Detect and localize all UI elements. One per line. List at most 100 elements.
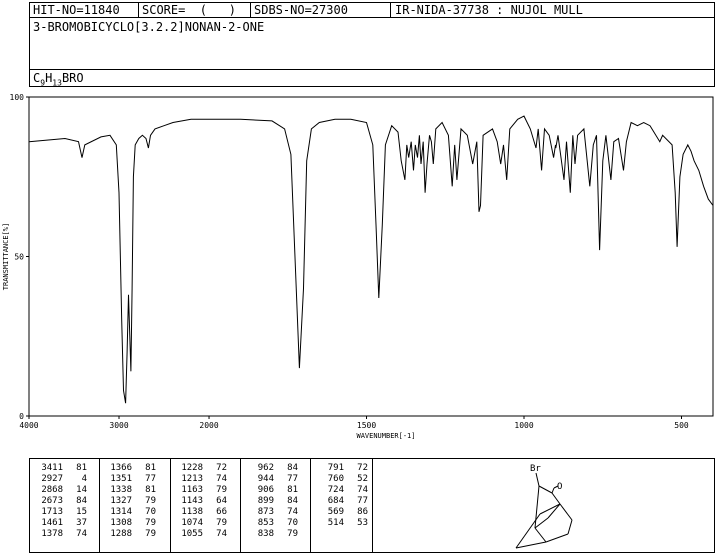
peak-wavenumber: 514 [327,518,344,528]
peak-transmittance: 14 [76,485,87,495]
peak-wavenumber: 1288 [110,529,132,539]
y-tick-label: 100 [10,93,25,102]
peak-transmittance: 81 [76,463,87,473]
peak-transmittance: 84 [287,463,298,473]
y-tick-label: 50 [14,253,24,262]
bromine-label: Br [530,464,541,474]
x-tick-label: 500 [674,421,689,430]
peak-col-divider-3 [240,458,241,553]
peak-column: 791 72 760 52 724 74 684 77 569 86 514 53 [316,463,368,529]
peak-transmittance: 79 [216,485,227,495]
header-col-divider-3 [390,2,391,17]
peak-transmittance: 74 [76,529,87,539]
peak-wavenumber: 1314 [110,507,132,517]
peak-wavenumber: 2673 [41,496,63,506]
peak-column: 1366 81 1351 77 1338 81 1327 79 1314 70 1308 79 1288… [104,463,156,540]
peak-row: 569 86 [316,507,368,518]
peak-transmittance: 66 [216,507,227,517]
compound-name: 3-BROMOBICYCLO[3.2.2]NONAN-2-ONE [33,20,265,34]
peak-wavenumber: 1461 [41,518,63,528]
peak-transmittance: 81 [145,463,156,473]
peak-transmittance: 53 [357,518,368,528]
peak-wavenumber: 1138 [181,507,203,517]
x-tick-label: 3000 [109,421,128,430]
peak-row: 760 52 [316,474,368,485]
hit-number: HIT-NO=11840 [33,3,120,17]
x-tick-label: 4000 [19,421,38,430]
peak-row: 1314 70 [104,507,156,518]
peak-transmittance: 15 [76,507,87,517]
peak-column: 3411 81 2927 4 2868 14 2673 84 1713 15 1461 37 1378 7… [35,463,87,540]
peak-row: 1163 79 [175,485,227,496]
header-divider-1 [29,17,715,18]
bond-lines [515,472,573,549]
peak-row: 1378 74 [35,529,87,540]
peak-transmittance: 79 [145,496,156,506]
peak-row: 1327 79 [104,496,156,507]
peak-wavenumber: 2868 [41,485,63,495]
peak-row: 873 74 [246,507,298,518]
peak-transmittance: 4 [81,474,87,484]
peak-col-divider-2 [170,458,171,553]
peak-transmittance: 79 [145,529,156,539]
peak-wavenumber: 1378 [41,529,63,539]
peak-wavenumber: 1228 [181,463,203,473]
peak-col-divider-1 [99,458,100,553]
peak-wavenumber: 906 [257,485,274,495]
peak-row: 1213 74 [175,474,227,485]
oxygen-label: O [557,482,562,492]
peak-row: 1288 79 [104,529,156,540]
peak-row: 853 70 [246,518,298,529]
peak-wavenumber: 1338 [110,485,132,495]
header-col-divider-1 [138,2,139,17]
peak-transmittance: 84 [287,496,298,506]
peak-wavenumber: 853 [257,518,274,528]
peak-column: 962 84 944 77 906 81 899 84 873 74 853 70 838 79 [246,463,298,540]
peak-row: 2673 84 [35,496,87,507]
peak-transmittance: 77 [145,474,156,484]
header-divider-2 [29,69,715,70]
peak-row: 684 77 [316,496,368,507]
peak-wavenumber: 1308 [110,518,132,528]
peak-transmittance: 37 [76,518,87,528]
x-tick-label: 2000 [199,421,218,430]
peak-wavenumber: 1163 [181,485,203,495]
peak-transmittance: 74 [216,529,227,539]
y-tick-label: 0 [19,412,24,421]
x-axis-label: WAVENUMBER[-1] [356,432,415,440]
y-axis-label: TRANSMITTANCE[%] [2,223,10,290]
x-tick-label: 1500 [357,421,376,430]
peak-transmittance: 79 [216,518,227,528]
peak-wavenumber: 1327 [110,496,132,506]
peak-row: 1308 79 [104,518,156,529]
peak-wavenumber: 899 [257,496,274,506]
x-tick-label: 1000 [514,421,533,430]
peak-row: 1366 81 [104,463,156,474]
peak-row: 724 74 [316,485,368,496]
ir-spectrum-chart: 0 50 100 4000 3000 2000 1500 1000 500 WAVENUMBER[… [2,93,714,440]
peak-wavenumber: 1055 [181,529,203,539]
peak-row: 838 79 [246,529,298,540]
peak-wavenumber: 2927 [41,474,63,484]
peak-row: 1074 79 [175,518,227,529]
peak-col-divider-5 [372,458,373,553]
peak-wavenumber: 1366 [110,463,132,473]
peak-transmittance: 86 [357,507,368,517]
header-col-divider-2 [250,2,251,17]
peak-wavenumber: 3411 [41,463,63,473]
sdbs-number: SDBS-NO=27300 [254,3,348,17]
peak-transmittance: 72 [216,463,227,473]
peak-row: 906 81 [246,485,298,496]
peak-row: 1713 15 [35,507,87,518]
peak-row: 962 84 [246,463,298,474]
peak-wavenumber: 760 [327,474,344,484]
formula-h-count: 13 [52,78,62,88]
peak-column: 1228 72 1213 74 1163 79 1143 64 1138 66 1074 79 1055… [175,463,227,540]
peak-wavenumber: 873 [257,507,274,517]
peak-wavenumber: 569 [327,507,344,517]
peak-wavenumber: 1074 [181,518,203,528]
peak-row: 1138 66 [175,507,227,518]
peak-transmittance: 70 [287,518,298,528]
peak-wavenumber: 1213 [181,474,203,484]
header-table [29,2,715,87]
